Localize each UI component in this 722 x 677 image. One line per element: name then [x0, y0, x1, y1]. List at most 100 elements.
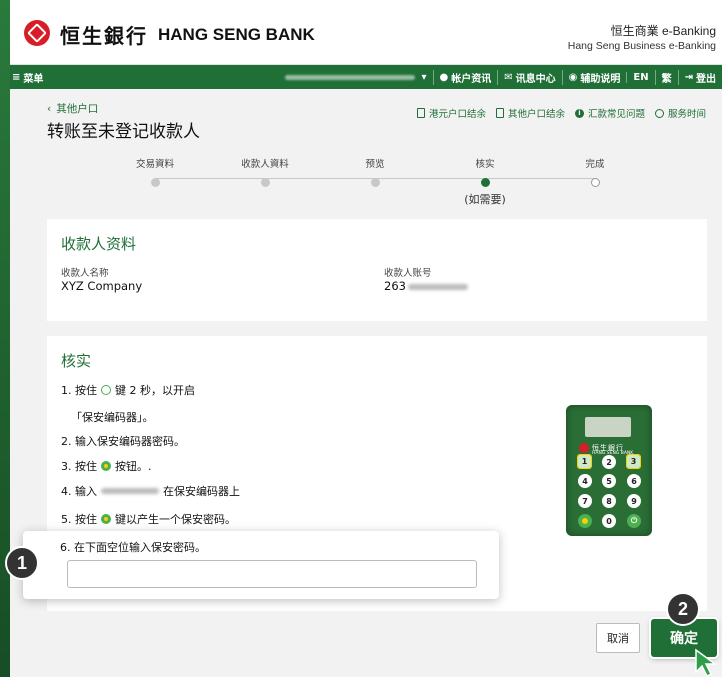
device-screen	[585, 417, 631, 437]
step-payee: 收款人資料	[210, 156, 320, 187]
instruction-3: 3. 按住 按钮。.	[61, 458, 152, 474]
account-number-blurred	[284, 74, 415, 80]
device-key: 3	[626, 454, 641, 469]
step-sub-label: (如需要)	[464, 193, 506, 206]
product-line2: Hang Seng Business e-Banking	[567, 40, 716, 52]
link-hkd-balance[interactable]: 港元户口结余	[416, 106, 486, 120]
instruction-1-cont: 「保安编码器」。	[71, 411, 154, 424]
nav-message-center[interactable]: ✉ 讯息中心	[497, 69, 561, 85]
nav-lang-en-label: EN	[633, 71, 649, 83]
quick-links: 港元户口结余 其他户口结余 i 汇款常见问题 服务时间	[416, 106, 706, 120]
instruction-5: 5. 按住 键以产生一个保安密码。	[61, 511, 236, 527]
menu-label: 菜单	[23, 73, 44, 85]
instruction-text: 在保安编码器上	[163, 485, 240, 498]
mouse-cursor-icon	[695, 648, 718, 677]
step-badge-2: 2	[666, 592, 700, 626]
account-selector[interactable]: ▾	[279, 72, 433, 83]
verify-card-title: 核实	[61, 352, 92, 370]
nav-account-info[interactable]: ● 帐户资讯	[432, 69, 498, 85]
nav-logout[interactable]: ⇥ 登出	[677, 69, 722, 85]
step-label: 核实	[475, 159, 495, 170]
nav-help[interactable]: ◉ 辅助说明	[561, 69, 627, 85]
step-label: 完成	[585, 159, 605, 170]
step-label: 交易資料	[135, 159, 174, 170]
ok-button-icon	[101, 461, 111, 471]
instruction-2: 2. 输入保安编码器密码。	[61, 435, 185, 448]
step-label: 预览	[365, 159, 385, 170]
back-link-label: 其他户口	[56, 103, 99, 115]
step-dot	[370, 178, 380, 187]
account-number-blurred	[407, 283, 468, 290]
hamburger-icon: ≡	[12, 71, 21, 83]
link-service-hours[interactable]: 服务时间	[654, 106, 706, 120]
hang-seng-logo-icon	[579, 443, 589, 453]
person-icon: ●	[439, 71, 449, 83]
nav-lang-tc-label: 繁	[661, 73, 672, 85]
top-navbar: ≡ 菜单 ▾ ● 帐户资讯 ✉ 讯息中心 ◉ 辅助说明 EN 繁 ⇥ 登出	[10, 65, 722, 89]
info-icon: i	[574, 108, 584, 118]
product-name: 恒生商業 e-Banking Hang Seng Business e-Bank…	[568, 22, 716, 52]
step-badge-1: 1	[5, 546, 39, 580]
instruction-text: 5. 按住	[61, 513, 97, 526]
step-complete: 完成	[540, 156, 650, 187]
instruction-text: 1. 按住	[61, 384, 97, 397]
instruction-text: 键以产生一个保安密码。	[115, 513, 236, 526]
nav-account-info-label: 帐户资讯	[451, 73, 492, 85]
device-key: 2	[602, 455, 616, 469]
link-other-balance-label: 其他户口结余	[507, 109, 565, 120]
step-preview: 预览	[320, 156, 430, 187]
device-key: 6	[627, 474, 641, 488]
instruction-text: 键 2 秒，以开启	[115, 384, 195, 397]
document-icon	[495, 108, 504, 118]
document-icon	[416, 108, 425, 118]
chevron-down-icon: ▾	[421, 71, 427, 83]
payee-name-label: 收款人名称	[61, 268, 109, 279]
code-blurred	[101, 488, 159, 494]
help-icon: ◉	[568, 71, 578, 83]
step-verify: 核实 (如需要)	[430, 156, 540, 207]
logo-chinese: 恒生銀行	[60, 24, 148, 48]
payee-card-title: 收款人资料	[61, 235, 137, 253]
instruction-text: 3. 按住	[61, 460, 97, 473]
nav-logout-label: 登出	[696, 73, 716, 85]
security-code-panel: 6. 在下面空位输入保安密码。	[23, 531, 499, 599]
menu-button[interactable]: ≡ 菜单	[12, 70, 43, 85]
device-key: 1	[577, 454, 592, 469]
cancel-button[interactable]: 取消	[596, 623, 640, 653]
progress-stepper: 交易資料 收款人資料 预览 核实 (如需要) 完成	[100, 156, 660, 206]
device-key: 4	[578, 474, 592, 488]
product-line1: 恒生商業 e-Banking	[610, 24, 716, 38]
nav-lang-en[interactable]: EN	[626, 71, 654, 83]
device-key: 0	[602, 514, 616, 528]
page-left-edge	[0, 0, 10, 677]
back-link[interactable]: ‹ 其他户口	[47, 101, 98, 116]
app-header: 恒生銀行 HANG SENG BANK 恒生商業 e-Banking Hang …	[10, 0, 722, 65]
step-dot	[150, 178, 160, 187]
clock-icon	[654, 108, 664, 118]
link-remittance-faq[interactable]: i 汇款常见问题	[574, 106, 645, 120]
link-other-balance[interactable]: 其他户口结余	[495, 106, 565, 120]
step-dot	[590, 178, 600, 187]
ok-button-icon	[101, 514, 111, 524]
link-remittance-faq-label: 汇款常见问题	[587, 109, 645, 120]
instruction-6: 6. 在下面空位输入保安密码。	[60, 541, 206, 554]
device-key: 9	[627, 494, 641, 508]
instruction-text: 4. 输入	[61, 485, 97, 498]
link-hkd-balance-label: 港元户口结余	[428, 109, 486, 120]
device-key: 7	[578, 494, 592, 508]
security-device-illustration: 恒生銀行 HANG SENG BANK 1 2 3 4 5 6 7 8 9 0 …	[566, 405, 652, 536]
payee-account-prefix: 263	[384, 279, 406, 293]
nav-lang-tc[interactable]: 繁	[654, 69, 678, 85]
step-transaction: 交易資料	[100, 156, 210, 187]
nav-message-center-label: 讯息中心	[515, 73, 556, 85]
step-dot	[260, 178, 270, 187]
link-service-hours-label: 服务时间	[667, 109, 706, 120]
payee-account-value: 263	[384, 279, 468, 293]
chat-icon: ✉	[504, 71, 513, 83]
security-code-input[interactable]	[67, 560, 477, 588]
instruction-4: 4. 输入 在保安编码器上	[61, 483, 240, 499]
instruction-text: 按钮。.	[115, 460, 152, 473]
nav-help-label: 辅助说明	[580, 73, 621, 85]
hang-seng-logo-icon	[24, 20, 50, 46]
step-dot-active	[480, 178, 490, 187]
